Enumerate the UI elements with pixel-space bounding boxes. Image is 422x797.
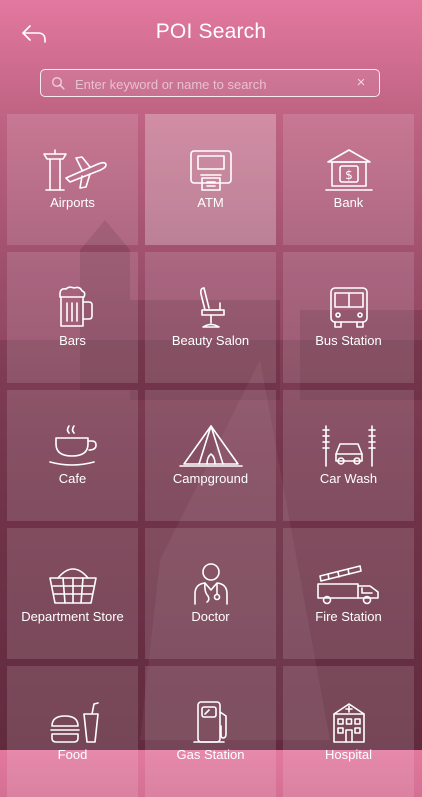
category-label: Doctor — [191, 609, 230, 624]
fast-food-icon — [36, 700, 110, 744]
category-label: ATM — [197, 195, 224, 210]
category-label: Bank — [333, 195, 364, 210]
category-tile-bars[interactable]: Bars — [7, 252, 138, 383]
category-tile-airports[interactable]: Airports — [7, 114, 138, 245]
airport-icon — [36, 148, 110, 192]
category-tile-campground[interactable]: Campground — [145, 390, 276, 521]
category-label: Beauty Salon — [171, 333, 250, 348]
search-input[interactable] — [73, 73, 347, 95]
category-tile-fire-station[interactable]: Fire Station — [283, 528, 414, 659]
category-label: Bars — [59, 333, 86, 348]
category-label: Cafe — [58, 471, 87, 486]
category-tile-gas-station[interactable]: Gas Station — [145, 666, 276, 797]
bus-icon — [312, 286, 386, 330]
search-bar[interactable]: × — [40, 69, 380, 97]
header-bar: POI Search — [0, 0, 422, 64]
category-label: Bus Station — [315, 333, 382, 348]
category-tile-car-wash[interactable]: Car Wash — [283, 390, 414, 521]
page-title: POI Search — [155, 20, 267, 43]
beer-mug-icon — [36, 286, 110, 330]
car-wash-icon — [312, 424, 386, 468]
fire-truck-icon — [312, 562, 386, 606]
category-tile-doctor[interactable]: Doctor — [145, 528, 276, 659]
search-icon — [51, 76, 65, 90]
category-tile-hospital[interactable]: Hospital — [283, 666, 414, 797]
category-label: Hospital — [325, 747, 372, 762]
category-tile-bank[interactable]: $ Bank — [283, 114, 414, 245]
category-label: Campground — [172, 471, 249, 486]
coffee-cup-icon — [36, 424, 110, 468]
category-tile-food[interactable]: Food — [7, 666, 138, 797]
doctor-icon — [174, 562, 248, 606]
poi-category-grid: Airports ATM $ Bank Bars Beauty Salon Bu… — [7, 114, 415, 797]
category-tile-atm[interactable]: ATM — [145, 114, 276, 245]
category-tile-beauty-salon[interactable]: Beauty Salon — [145, 252, 276, 383]
salon-chair-icon — [174, 286, 248, 330]
atm-icon — [174, 148, 248, 192]
clear-search-button[interactable]: × — [353, 74, 369, 92]
category-tile-cafe[interactable]: Cafe — [7, 390, 138, 521]
svg-text:$: $ — [345, 168, 353, 182]
category-label: Department Store — [21, 609, 124, 624]
category-tile-department-store[interactable]: Department Store — [7, 528, 138, 659]
category-label: Food — [57, 747, 88, 762]
category-label: Car Wash — [319, 471, 378, 486]
bank-icon: $ — [312, 148, 386, 192]
category-label: Gas Station — [176, 747, 245, 762]
tent-icon — [174, 424, 248, 468]
category-tile-bus-station[interactable]: Bus Station — [283, 252, 414, 383]
category-label: Fire Station — [315, 609, 382, 624]
category-label: Airports — [50, 195, 95, 210]
hospital-icon — [312, 700, 386, 744]
shopping-basket-icon — [36, 562, 110, 606]
gas-pump-icon — [174, 700, 248, 744]
